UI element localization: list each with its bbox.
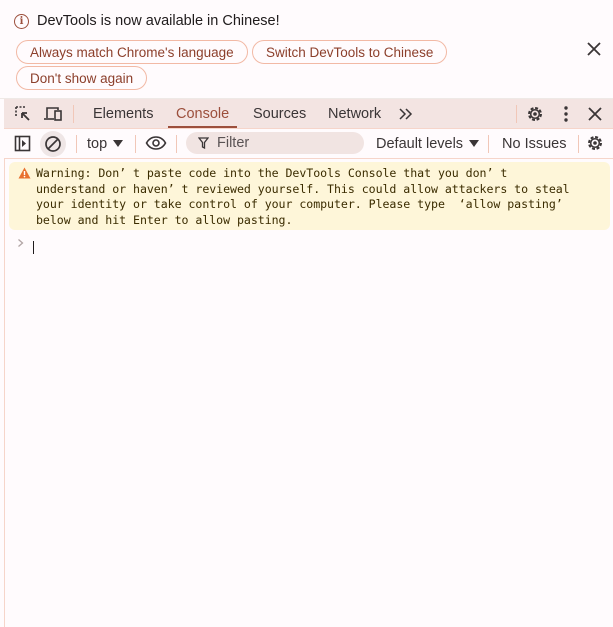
console-settings-button[interactable] [585, 133, 605, 153]
filter-icon [198, 137, 209, 149]
divider [76, 135, 77, 153]
tab-network[interactable]: Network [328, 99, 381, 128]
context-selector[interactable]: top [87, 129, 124, 158]
close-icon [588, 107, 602, 121]
divider [135, 135, 136, 153]
more-options-icon [564, 106, 568, 122]
divider [176, 135, 177, 153]
filter-input[interactable] [217, 135, 347, 151]
warning-line: understand or haven’ t reviewed yourself… [36, 181, 570, 196]
warning-line: below and hit Enter to allow pasting. [36, 213, 293, 228]
switch-to-chinese-button[interactable]: Switch DevTools to Chinese [252, 40, 448, 64]
settings-button[interactable] [525, 104, 545, 124]
inspect-element-button[interactable] [13, 104, 33, 124]
close-devtools-button[interactable] [585, 104, 605, 124]
warning-line: your identity or take control of your co… [36, 197, 563, 212]
settings-icon [528, 107, 542, 121]
divider [516, 105, 517, 123]
log-levels-dropdown[interactable]: Default levels [376, 129, 480, 158]
close-icon [587, 42, 601, 56]
clear-console-button[interactable] [40, 131, 66, 157]
settings-icon [588, 136, 602, 150]
dropdown-caret-icon [469, 140, 480, 147]
always-match-language-button[interactable]: Always match Chrome's language [16, 40, 248, 64]
log-levels-label: Default levels [376, 135, 464, 152]
console-prompt-icon [17, 238, 25, 251]
inspect-element-icon [15, 106, 30, 121]
toggle-sidebar-button[interactable] [12, 133, 32, 153]
warning-line: Warning: Don’ t paste code into the DevT… [36, 166, 508, 180]
console-toolbar: top Default levels No Issues [4, 129, 613, 159]
dont-show-again-button[interactable]: Don't show again [16, 66, 148, 90]
device-toolbar-button[interactable] [43, 104, 63, 124]
tab-elements[interactable]: Elements [93, 99, 153, 128]
clear-icon [45, 136, 61, 152]
tab-console[interactable]: Console [167, 99, 238, 128]
sidebar-toggle-icon [14, 135, 30, 151]
devtools-tabbar: Elements Console Sources Network [4, 99, 613, 129]
tab-sources[interactable]: Sources [253, 99, 306, 128]
filter-box[interactable] [186, 132, 364, 154]
language-infobar: i DevTools is now available in Chinese! … [0, 0, 613, 99]
issues-button[interactable]: No Issues [502, 129, 566, 158]
divider [73, 105, 74, 123]
close-infobar-button[interactable] [585, 40, 603, 58]
infobar-message-row: i DevTools is now available in Chinese! [14, 13, 280, 29]
context-label: top [87, 135, 108, 152]
more-tabs-button[interactable] [398, 99, 414, 128]
console-input[interactable] [33, 241, 34, 254]
eye-icon [145, 136, 167, 150]
chevron-double-right-icon [399, 107, 413, 120]
console-warning-message: Warning: Don’ t paste code into the DevT… [9, 162, 610, 230]
info-icon: i [14, 13, 29, 29]
live-expression-button[interactable] [145, 133, 167, 153]
warning-text: Warning: Don’ t paste code into the DevT… [36, 166, 601, 229]
divider [578, 135, 579, 153]
issues-label: No Issues [502, 135, 567, 152]
divider [488, 135, 489, 153]
warning-icon [18, 167, 31, 179]
console-left-border [4, 158, 5, 627]
infobar-message: DevTools is now available in Chinese! [37, 13, 280, 29]
dropdown-caret-icon [113, 140, 124, 147]
device-toolbar-icon [44, 107, 62, 121]
more-options-button[interactable] [556, 104, 576, 124]
